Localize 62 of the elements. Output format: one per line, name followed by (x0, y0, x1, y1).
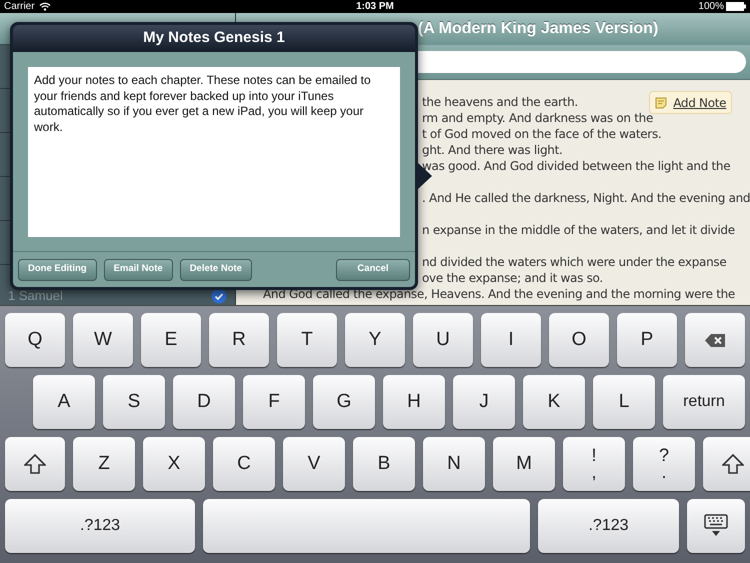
battery-icon (726, 2, 746, 11)
keyboard-key[interactable]: L (593, 375, 655, 429)
keyboard-key[interactable]: D (173, 375, 235, 429)
keyboard-key[interactable]: Y (345, 313, 405, 367)
keyboard-key[interactable]: T (277, 313, 337, 367)
backspace-icon (705, 334, 725, 346)
key-symbol: , (591, 464, 596, 481)
keyboard-key[interactable]: X (143, 437, 205, 491)
nav-title: (A Modern King James Version) (418, 19, 658, 39)
keyboard-key[interactable]: K (523, 375, 585, 429)
verse-text: n expanse in the middle of the waters, and let it divide (422, 222, 735, 238)
hide-keyboard-key[interactable] (687, 499, 745, 553)
verse-text: was good. And God divided between the light and the (422, 158, 730, 174)
symbols-key[interactable]: .?123 (538, 499, 679, 553)
keyboard-key[interactable]: C (213, 437, 275, 491)
popover-title: My Notes Genesis 1 (143, 28, 285, 48)
note-icon (655, 96, 668, 108)
keyboard-key[interactable]: E (141, 313, 201, 367)
keyboard-key[interactable]: S (103, 375, 165, 429)
shift-arrow-icon (722, 454, 744, 474)
delete-key[interactable] (685, 313, 745, 367)
keyboard-icon (704, 514, 728, 538)
keyboard-key[interactable]: F (243, 375, 305, 429)
status-time: 1:03 PM (356, 0, 394, 13)
keyboard-key[interactable]: B (353, 437, 415, 491)
shift-key[interactable] (5, 437, 65, 491)
shift-key[interactable] (703, 437, 750, 491)
keyboard-key[interactable]: O (549, 313, 609, 367)
keyboard-key[interactable]: Z (73, 437, 135, 491)
keyboard-key[interactable]: V (283, 437, 345, 491)
verse-text: ght. And there was light. (422, 142, 563, 158)
key-symbol: ? (658, 447, 669, 464)
verse-text: . And He called the darkness, Night. And the evening and (422, 190, 750, 206)
keyboard-key[interactable]: I (481, 313, 541, 367)
return-key[interactable]: return (663, 375, 745, 429)
note-text-area[interactable]: Add your notes to each chapter. These notes can be emailed to your friends and kept forever backed up into your iTunes automatically so if you ever get a new iPad, you will keep your work. (28, 67, 400, 237)
book-name: 1 Samuel (8, 287, 63, 306)
keyboard-key[interactable]: N (423, 437, 485, 491)
verse-text: ove the expanse; and it was so. (422, 270, 603, 286)
symbols-key[interactable]: .?123 (5, 499, 195, 553)
key-symbol: . (661, 464, 666, 481)
shift-arrow-icon (24, 454, 46, 474)
keyboard-key[interactable]: Q (5, 313, 65, 367)
battery-percent: 100% (698, 0, 724, 13)
verse-text: the heavens and the earth. (422, 94, 578, 110)
key-symbol: ! (591, 447, 596, 464)
keyboard-key[interactable]: J (453, 375, 515, 429)
keyboard-key[interactable]: ? . (633, 437, 695, 491)
keyboard-key[interactable]: ! , (563, 437, 625, 491)
verse-text: t of God moved on the face of the waters. (422, 126, 662, 142)
keyboard-key[interactable]: H (383, 375, 445, 429)
carrier-name: Carrier (4, 0, 35, 13)
verse-text: nd divided the waters which were under the expanse (422, 254, 726, 270)
keyboard-key[interactable]: A (33, 375, 95, 429)
keyboard-key[interactable]: U (413, 313, 473, 367)
keyboard-key[interactable]: P (617, 313, 677, 367)
wifi-icon (38, 2, 51, 11)
keyboard-key[interactable]: W (73, 313, 133, 367)
keyboard-key[interactable]: R (209, 313, 269, 367)
keyboard-key[interactable]: G (313, 375, 375, 429)
keyboard-key[interactable]: M (493, 437, 555, 491)
add-note-button[interactable]: Add Note (649, 91, 732, 114)
